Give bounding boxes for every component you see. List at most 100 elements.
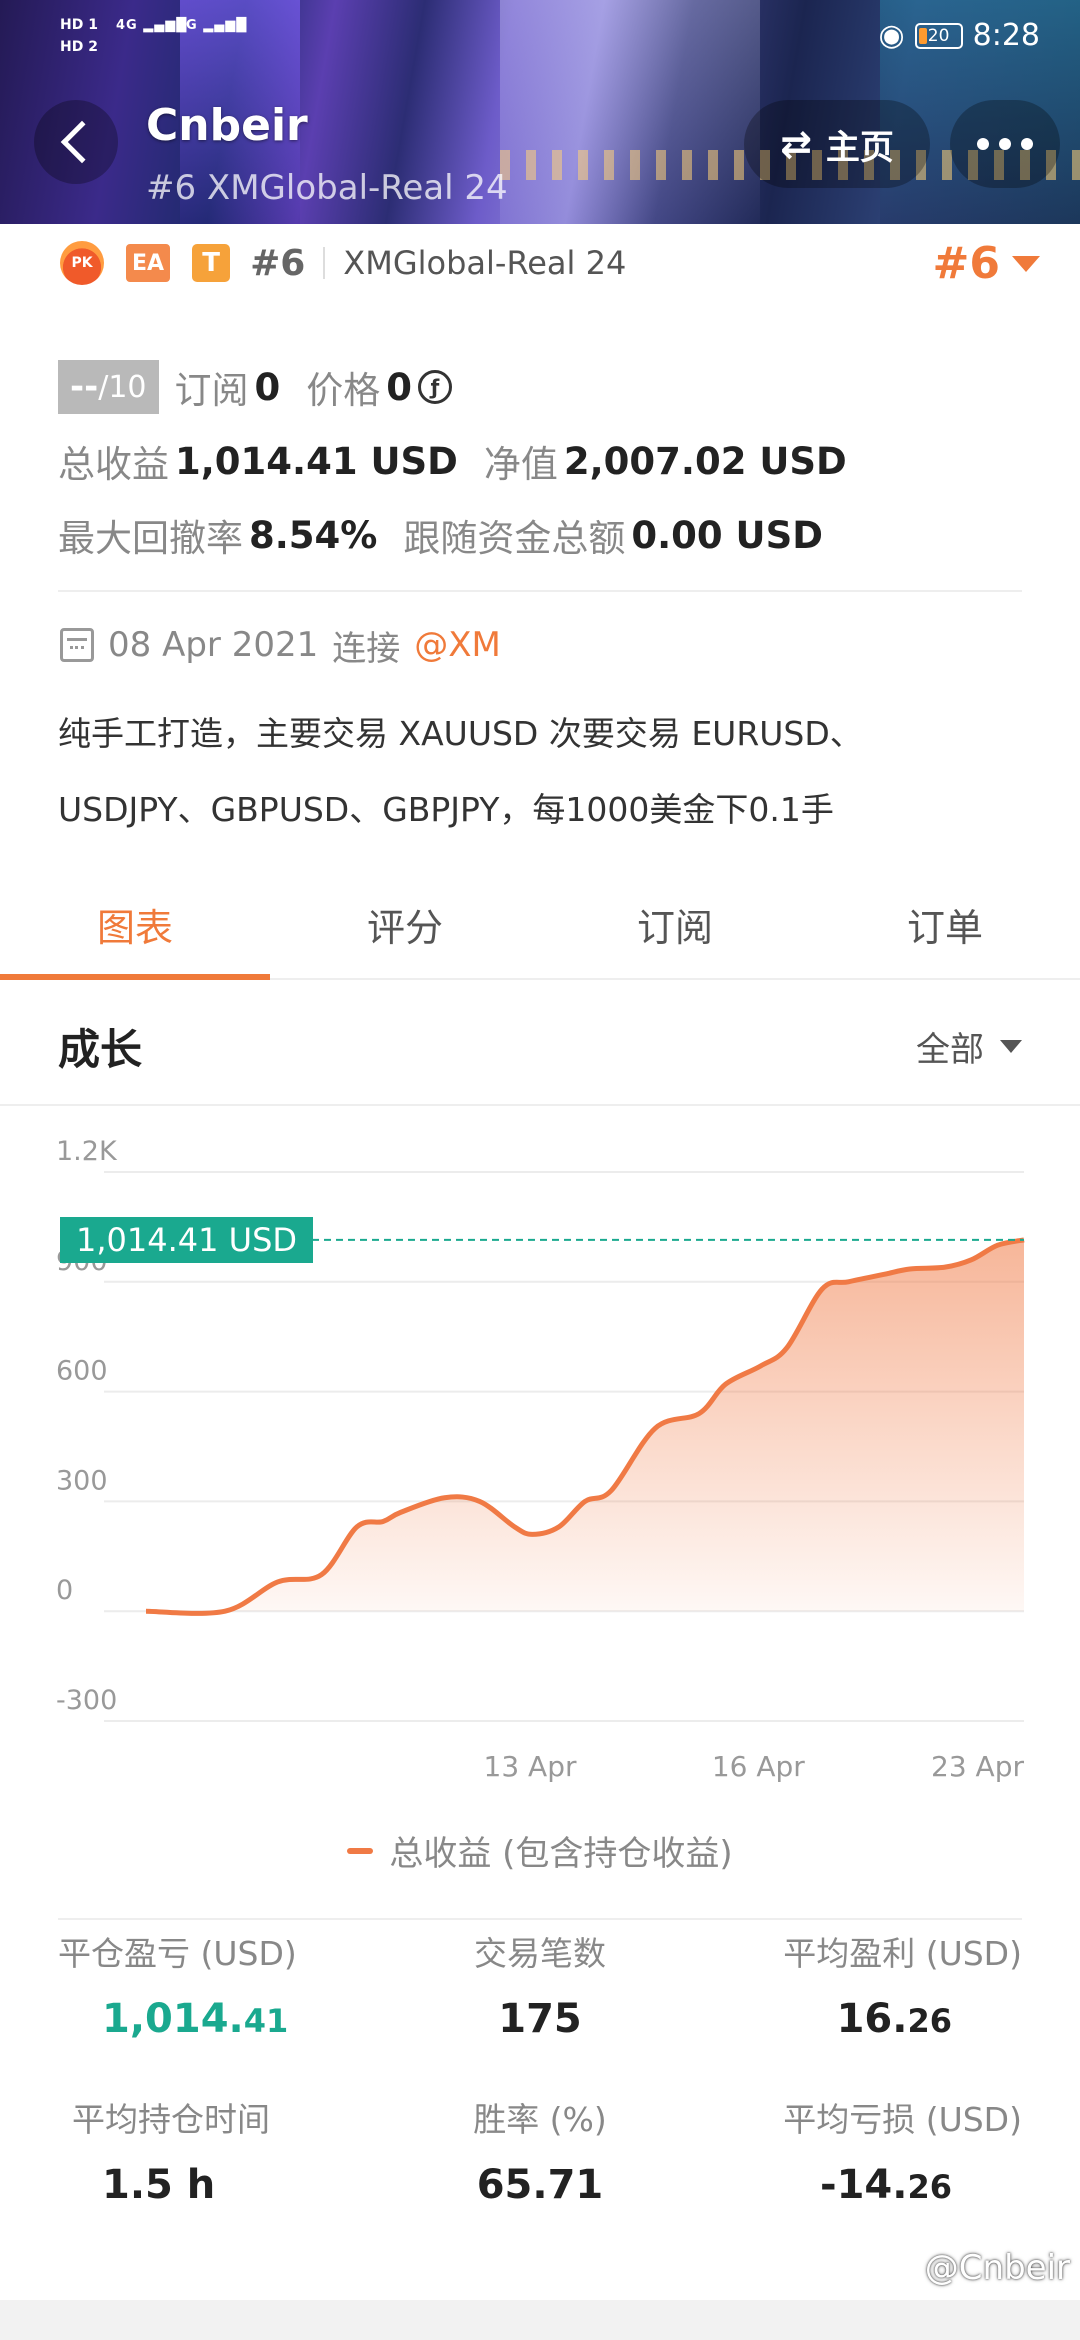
connect-label: 连接 [332,628,401,669]
current-value-tag: 1,014.41 USD [60,1216,314,1263]
metric-label: 平均亏损 (USD) [783,2100,1022,2139]
clock: 8:28 [972,18,1040,53]
metric-label: 平均盈利 (USD) [783,1934,1022,1973]
metric-label: 胜率 (%) [473,2100,607,2139]
metric-value: 1.5 h [58,2162,379,2208]
metric-label: 平仓盈亏 (USD) [58,1934,297,1973]
y-tick-label: 1.2K [56,1136,118,1167]
legend-label: 总收益 (包含持仓收益) [389,1834,733,1874]
dot-icon [999,138,1011,150]
tab-subscribe[interactable]: 订阅 [540,870,810,978]
stat-line: 最大回撤率 8.54% 跟随资金总额 0.00 USD [58,498,1038,572]
metric-value: -14.26 [701,2162,1022,2208]
dot-icon [977,138,989,150]
signal2-label: 4G [176,18,198,33]
header-banner: HD 1 HD 2 4G ▂▄▆█ 4G ▂▄▆█ ◉ 20 8:28 Cnbe… [0,0,1080,224]
equity-label: 净值 [483,443,558,486]
badge-row: PK EA T #6 XMGlobal-Real 24 #6 [60,238,1040,289]
metric-avg-profit: 平均盈利 (USD) 16.26 [701,1924,1022,2090]
divider [58,1918,1022,1920]
home-button-label: 主页 [825,127,894,168]
stat-line: 总收益 1,014.41 USD 净值 2,007.02 USD [58,424,1038,498]
score-badge: --/10 [58,360,159,414]
score-value: -- [70,367,99,407]
metric-value: 1,014.41 [58,1996,379,2042]
metric-value: 16.26 [701,1996,1022,2042]
ea-badge: EA [126,244,171,282]
equity-value: 2,007.02 USD [563,439,847,483]
t-badge: T [192,244,231,282]
hd1-label: HD 1 [60,17,98,33]
total-profit-label: 总收益 [58,443,169,486]
max-drawdown-label: 最大回撤率 [58,517,243,560]
page-title: Cnbeir [146,100,308,151]
range-filter[interactable]: 全部 [916,1022,1022,1071]
status-right: ◉ 20 8:28 [878,18,1040,53]
subscribe-label: 订阅 [174,369,249,412]
tab-chart[interactable]: 图表 [0,870,270,980]
range-filter-label: 全部 [916,1030,984,1070]
coin-icon: ƒ [418,370,453,404]
rank-label: #6 [250,242,306,284]
pk-flame-icon: PK [60,241,104,285]
metric-label: 交易笔数 [473,1934,606,1973]
metric-value-decimal: 41 [243,2002,289,2040]
metric-win-rate: 胜率 (%) 65.71 [379,2090,700,2256]
total-profit-value: 1,014.41 USD [175,439,458,483]
home-button[interactable]: ⇄ 主页 [744,100,930,188]
signal-icon: 4G ▂▄▆█ [176,18,248,33]
page-subtitle: #6 XMGlobal-Real 24 [146,168,508,208]
signal1-label: 4G [116,18,138,33]
section-header: 成长 全部 [0,980,1080,1106]
battery-icon: 20 [914,22,963,49]
more-options-button[interactable] [950,100,1060,188]
tab-rating[interactable]: 评分 [270,870,540,978]
tab-orders[interactable]: 订单 [810,870,1080,978]
metric-row: 平仓盈亏 (USD) 1,014.41 交易笔数 175 平均盈利 (USD) … [58,1924,1022,2090]
subscribe-value: 0 [254,365,281,409]
y-tick-label: 600 [56,1356,108,1387]
calendar-icon [60,628,94,662]
metric-value-main: 1.5 h [102,2162,216,2208]
growth-chart: 1.2K9006003000-300 13 Apr16 Apr23 Apr 1,… [0,1106,1080,1886]
swap-icon: ⇄ [780,122,812,166]
rank-dropdown-label: #6 [932,238,1000,289]
stat-line: --/10 订阅 0 价格 0 ƒ [58,350,1038,424]
pk-label: PK [71,255,93,271]
metrics-grid: 平仓盈亏 (USD) 1,014.41 交易笔数 175 平均盈利 (USD) … [58,1924,1022,2256]
metric-trade-count: 交易笔数 175 [379,1924,700,2090]
hd2-label: HD 2 [60,39,98,55]
metric-avg-hold-time: 平均持仓时间 1.5 h [58,2090,379,2256]
eye-icon: ◉ [878,18,905,53]
metric-avg-loss: 平均亏损 (USD) -14.26 [701,2090,1022,2256]
hd-indicators: HD 1 HD 2 [60,14,98,58]
back-button[interactable] [34,100,118,184]
metric-value-main: 175 [498,1996,582,2042]
metric-value: 65.71 [379,2162,700,2208]
metric-value-main: -14. [819,2162,908,2208]
metric-value: 175 [379,1996,700,2042]
max-drawdown-value: 8.54% [249,513,378,557]
x-tick-label: 23 Apr [931,1750,1024,1783]
strategy-description: 纯手工打造，主要交易 XAUUSD 次要交易 EURUSD、 USDJPY、GB… [58,696,1028,848]
metric-closed-pnl: 平仓盈亏 (USD) 1,014.41 [58,1924,379,2090]
chart-legend[interactable]: 总收益 (包含持仓收益) [0,1826,1080,1875]
x-tick-label: 13 Apr [484,1750,577,1783]
metric-label: 平均持仓时间 [72,2100,270,2139]
metric-row: 平均持仓时间 1.5 h 胜率 (%) 65.71 平均亏损 (USD) -14… [58,2090,1022,2256]
server-name: XMGlobal-Real 24 [343,244,627,282]
metric-value-decimal: 26 [907,2168,952,2206]
dot-icon [1021,138,1033,150]
metric-value-main: 65.71 [476,2162,604,2208]
battery-level: 20 [927,25,950,46]
score-max: /10 [98,369,147,405]
account-stats: --/10 订阅 0 价格 0 ƒ 总收益 1,014.41 USD 净值 2,… [58,350,1038,572]
join-date: 08 Apr 2021 [108,625,319,665]
description-line: USDJPY、GBPUSD、GBPJPY，每1000美金下0.1手 [58,790,834,829]
bottom-strip [0,2300,1080,2340]
join-info: 08 Apr 2021 连接 @XM [60,620,501,670]
broker-link[interactable]: @XM [414,625,501,665]
y-tick-label: 0 [56,1575,73,1606]
y-tick-label: 300 [56,1465,108,1496]
rank-dropdown[interactable]: #6 [933,238,1040,289]
